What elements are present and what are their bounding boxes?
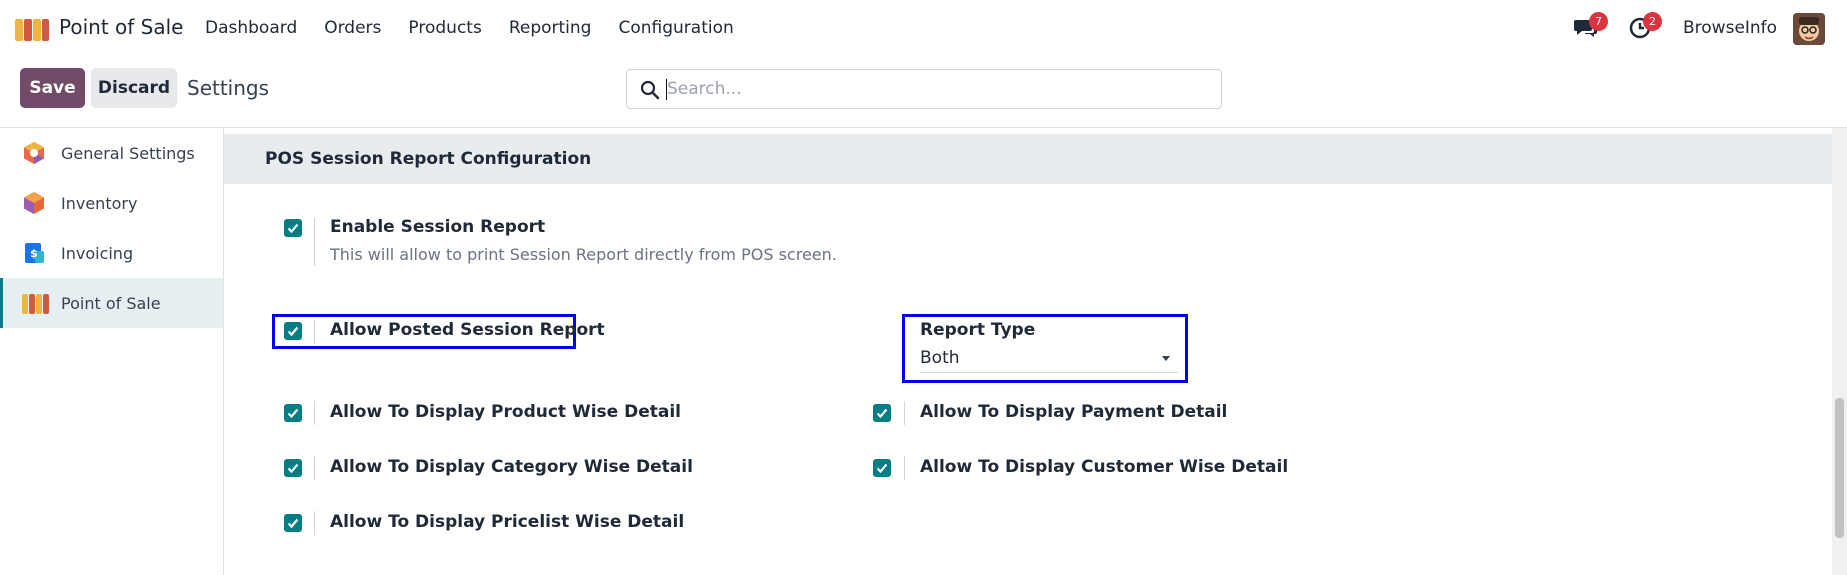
menu-orders[interactable]: Orders <box>324 18 381 38</box>
enable-session-report-label: Enable Session Report <box>330 217 546 237</box>
divider <box>314 511 315 535</box>
check-icon <box>876 463 888 474</box>
sidebar-item-inventory[interactable]: Inventory <box>0 178 223 228</box>
menu-products[interactable]: Products <box>408 18 481 38</box>
category-wise-detail-checkbox[interactable] <box>284 459 302 477</box>
activities-badge: 2 <box>1643 12 1662 31</box>
messages-badge: 7 <box>1589 12 1608 31</box>
sidebar-item-label: Invoicing <box>61 243 134 263</box>
sidebar-item-label: Inventory <box>61 193 138 213</box>
save-button[interactable]: Save <box>20 68 85 108</box>
app-name[interactable]: Point of Sale <box>59 15 183 39</box>
scrollbar-thumb[interactable] <box>1835 398 1844 538</box>
invoicing-icon: $ <box>25 243 44 263</box>
enable-session-report-checkbox[interactable] <box>284 219 302 237</box>
report-type-value: Both <box>920 348 960 368</box>
section-header: POS Session Report Configuration <box>224 134 1832 184</box>
customer-wise-detail-label: Allow To Display Customer Wise Detail <box>920 457 1289 477</box>
general-settings-icon <box>24 142 44 164</box>
allow-posted-session-report-label: Allow Posted Session Report <box>330 320 605 340</box>
discard-button[interactable]: Discard <box>91 68 177 108</box>
sidebar-item-invoicing[interactable]: $ Invoicing <box>0 228 223 278</box>
search-box[interactable] <box>626 69 1222 109</box>
sidebar-item-point-of-sale[interactable]: Point of Sale <box>0 278 223 328</box>
customer-wise-detail-checkbox[interactable] <box>873 459 891 477</box>
pricelist-wise-detail-checkbox[interactable] <box>284 514 302 532</box>
point-of-sale-icon <box>22 294 49 314</box>
divider <box>904 456 905 480</box>
product-wise-detail-label: Allow To Display Product Wise Detail <box>330 402 682 422</box>
section-title: POS Session Report Configuration <box>265 149 592 169</box>
search-input[interactable] <box>667 77 1197 101</box>
allow-posted-session-report-checkbox[interactable] <box>284 322 302 340</box>
check-icon <box>876 408 888 419</box>
pricelist-wise-detail-label: Allow To Display Pricelist Wise Detail <box>330 512 685 532</box>
divider <box>314 320 315 344</box>
point-of-sale-app-icon[interactable] <box>15 17 49 41</box>
sidebar-item-label: Point of Sale <box>61 293 161 313</box>
avatar[interactable] <box>1793 13 1825 45</box>
user-name[interactable]: BrowseInfo <box>1683 18 1777 38</box>
category-wise-detail-label: Allow To Display Category Wise Detail <box>330 457 693 477</box>
svg-text:$: $ <box>30 247 38 260</box>
sidebar-item-general-settings[interactable]: General Settings <box>0 128 223 178</box>
divider <box>314 218 315 266</box>
control-panel: Save Discard Settings <box>0 57 1847 128</box>
messages-button[interactable]: 7 <box>1574 12 1608 40</box>
report-type-label: Report Type <box>920 320 1036 340</box>
product-wise-detail-checkbox[interactable] <box>284 404 302 422</box>
divider <box>904 401 905 425</box>
activities-button[interactable]: 2 <box>1628 12 1662 40</box>
sidebar-item-label: General Settings <box>61 143 195 163</box>
report-type-select[interactable]: Both <box>920 348 1178 373</box>
check-icon <box>287 326 299 337</box>
caret-down-icon <box>1162 356 1170 361</box>
menu-configuration[interactable]: Configuration <box>618 18 733 38</box>
check-icon <box>287 223 299 234</box>
inventory-icon <box>24 192 44 214</box>
check-icon <box>287 463 299 474</box>
check-icon <box>287 518 299 529</box>
divider <box>314 401 315 425</box>
page-title: Settings <box>187 76 270 100</box>
enable-session-report-description: This will allow to print Session Report … <box>330 245 837 264</box>
payment-detail-checkbox[interactable] <box>873 404 891 422</box>
menu-reporting[interactable]: Reporting <box>509 18 592 38</box>
divider <box>314 456 315 480</box>
main-menu: Dashboard Orders Products Reporting Conf… <box>205 18 734 38</box>
top-navbar: Point of Sale Dashboard Orders Products … <box>0 0 1847 57</box>
payment-detail-label: Allow To Display Payment Detail <box>920 402 1228 422</box>
settings-sidebar: General Settings Inventory $ Invoicing P… <box>0 128 224 575</box>
user-avatar-icon <box>1793 13 1825 45</box>
check-icon <box>287 408 299 419</box>
menu-dashboard[interactable]: Dashboard <box>205 18 297 38</box>
search-icon <box>640 80 660 100</box>
scrollbar[interactable] <box>1832 128 1847 575</box>
